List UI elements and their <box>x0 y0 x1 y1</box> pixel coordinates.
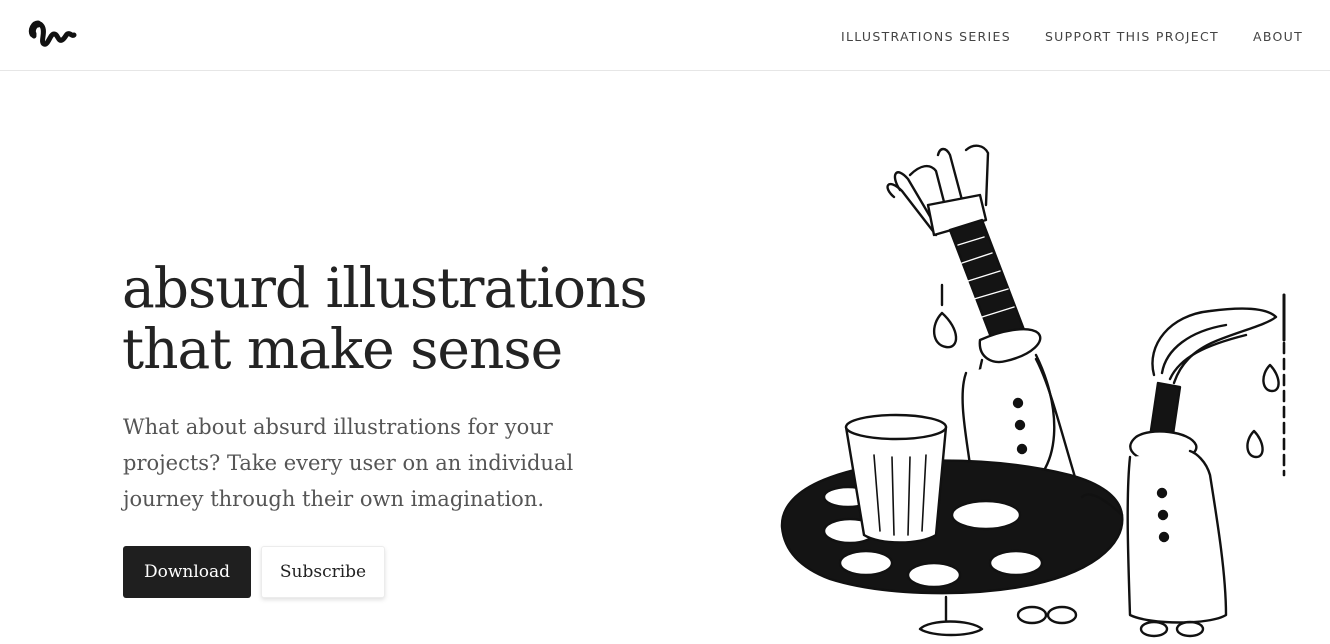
subscribe-button[interactable]: Subscribe <box>261 546 385 598</box>
paintbrush-characters-illustration <box>780 144 1286 638</box>
nav-support-this-project[interactable]: SUPPORT THIS PROJECT <box>1045 29 1219 44</box>
nav-about[interactable]: ABOUT <box>1253 29 1303 44</box>
nav-illustrations-series[interactable]: ILLUSTRATIONS SERIES <box>841 29 1011 44</box>
site-header: ILLUSTRATIONS SERIES SUPPORT THIS PROJEC… <box>0 0 1330 71</box>
hero-description: What about absurd illustrations for your… <box>123 415 574 511</box>
hero-title: absurd illustrations that make sense <box>122 258 742 380</box>
hero-title-line-2: that make sense <box>122 317 563 381</box>
main-nav: ILLUSTRATIONS SERIES SUPPORT THIS PROJEC… <box>841 0 1303 72</box>
download-button[interactable]: Download <box>123 546 251 598</box>
squiggle-logo-icon[interactable] <box>28 16 78 52</box>
hero-illustration <box>770 135 1290 640</box>
hero-title-line-1: absurd illustrations <box>122 256 648 320</box>
